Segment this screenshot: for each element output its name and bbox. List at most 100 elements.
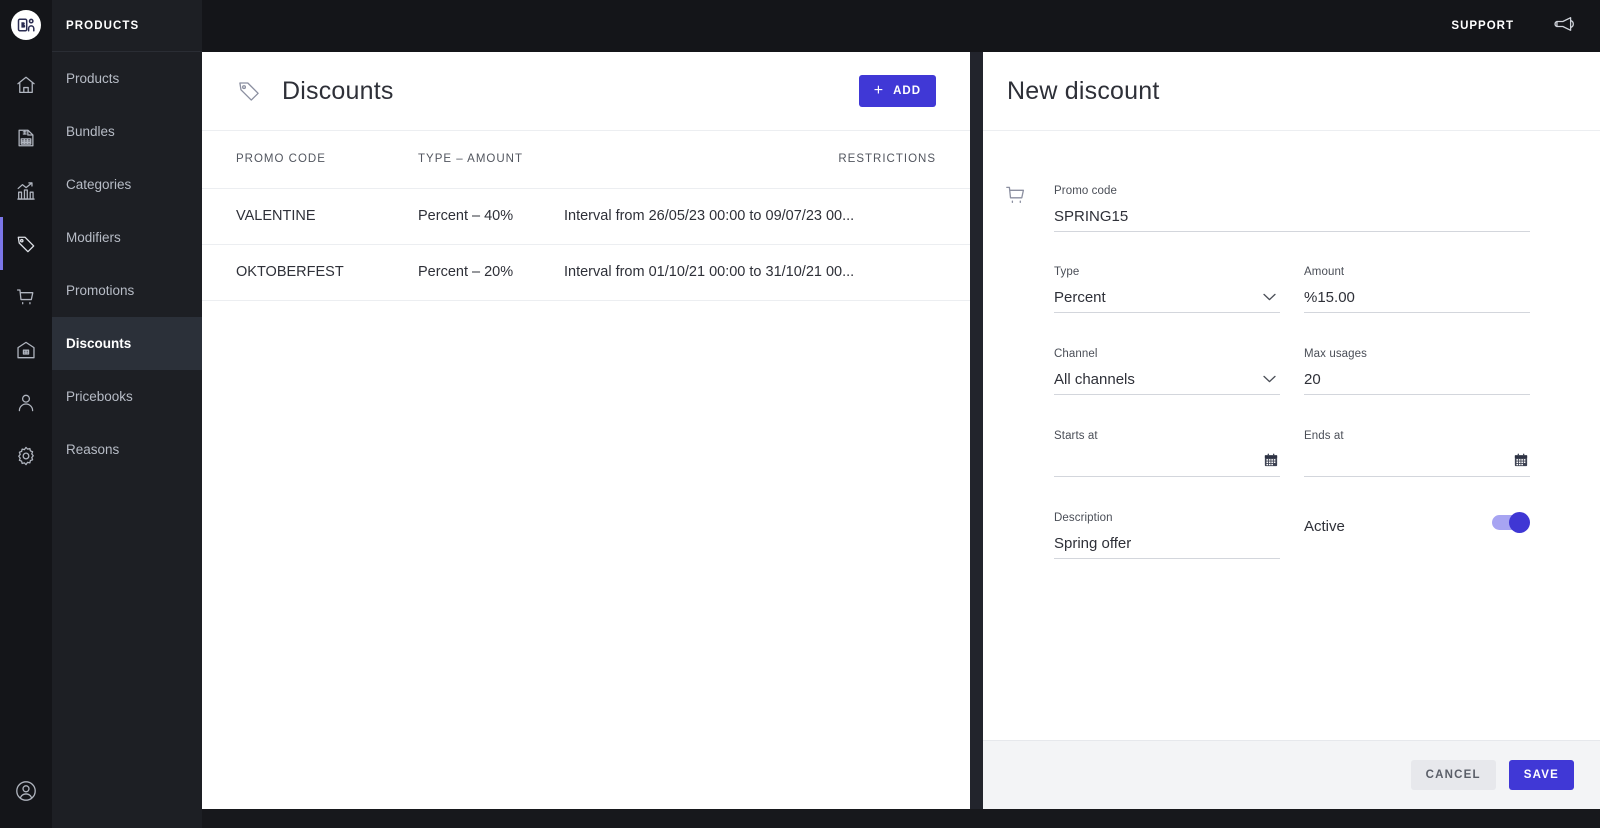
panel-body: Promo code Type Amount xyxy=(970,131,1600,740)
discount-form: Promo code Type Amount xyxy=(1054,185,1554,559)
amount-label: Amount xyxy=(1304,266,1345,278)
ends-at-input[interactable] xyxy=(1304,450,1530,477)
person-icon xyxy=(15,392,37,414)
sidebar-item-pricebooks[interactable]: Pricebooks xyxy=(52,370,202,423)
rail-item-account[interactable] xyxy=(0,758,52,828)
rail-item-customers[interactable] xyxy=(0,376,52,429)
form-row-type-amount: Type Amount xyxy=(1054,266,1554,313)
max-usages-input[interactable] xyxy=(1304,368,1530,395)
promo-code-label: Promo code xyxy=(1054,185,1118,197)
invoice-icon xyxy=(15,127,37,149)
channel-select[interactable] xyxy=(1054,368,1280,395)
warehouse-icon xyxy=(15,339,37,361)
rail-item-settings[interactable] xyxy=(0,429,52,482)
description-field: Description xyxy=(1054,512,1280,559)
channel-field: Channel xyxy=(1054,348,1280,395)
gear-icon xyxy=(15,445,37,467)
rail-item-billing[interactable] xyxy=(0,111,52,164)
plus-icon: + xyxy=(873,82,885,99)
save-button[interactable]: SAVE xyxy=(1508,760,1574,790)
description-input[interactable] xyxy=(1054,532,1280,559)
sidebar-item-bundles[interactable]: Bundles xyxy=(52,105,202,158)
sidebar-item-label: Modifiers xyxy=(66,230,121,245)
ends-at-label: Ends at xyxy=(1304,430,1344,442)
page-title: Discounts xyxy=(282,76,394,105)
channel-label: Channel xyxy=(1054,348,1098,360)
add-button-label: ADD xyxy=(893,85,921,97)
account-avatar-icon xyxy=(14,779,38,808)
ends-at-field: Ends at xyxy=(1304,430,1530,477)
discounts-table: PROMO CODE TYPE – AMOUNT RESTRICTIONS VA… xyxy=(202,131,970,301)
starts-at-input[interactable] xyxy=(1054,450,1280,477)
sidebar-item-products[interactable]: Products xyxy=(52,52,202,105)
cart-icon xyxy=(1004,183,1028,212)
column-header-type-amount[interactable]: TYPE – AMOUNT xyxy=(384,131,564,189)
table-row[interactable]: OKTOBERFEST Percent – 20% Interval from … xyxy=(202,244,970,301)
sidebar-item-label: Discounts xyxy=(66,336,132,351)
sidebar: PRODUCTS Products Bundles Categories Mod… xyxy=(52,0,202,828)
table-row[interactable]: VALENTINE Percent – 40% Interval from 26… xyxy=(202,188,970,245)
max-usages-label: Max usages xyxy=(1304,348,1368,360)
sidebar-item-label: Promotions xyxy=(66,283,135,298)
sidebar-item-discounts[interactable]: Discounts xyxy=(52,317,202,370)
amount-input[interactable] xyxy=(1304,286,1530,313)
cell-restrictions: Interval from 26/05/23 00:00 to 09/07/23… xyxy=(564,188,970,245)
rail-item-orders[interactable] xyxy=(0,270,52,323)
sidebar-item-categories[interactable]: Categories xyxy=(52,158,202,211)
panel-title: New discount xyxy=(1007,76,1160,105)
column-header-promo-code[interactable]: PROMO CODE xyxy=(202,131,384,189)
promo-code-field: Promo code xyxy=(1054,185,1530,232)
type-label: Type xyxy=(1054,266,1080,278)
starts-at-label: Starts at xyxy=(1054,430,1098,442)
type-select[interactable] xyxy=(1054,286,1280,313)
topbar: SUPPORT xyxy=(202,0,1600,52)
rail-item-products[interactable] xyxy=(0,217,52,270)
promo-code-input[interactable] xyxy=(1054,205,1530,232)
cell-restrictions: Interval from 01/10/21 00:00 to 31/10/21… xyxy=(564,244,970,301)
table-header-row: PROMO CODE TYPE – AMOUNT RESTRICTIONS xyxy=(202,131,970,189)
add-discount-button[interactable]: + ADD xyxy=(858,75,936,107)
home-icon xyxy=(15,74,37,96)
sidebar-item-promotions[interactable]: Promotions xyxy=(52,264,202,317)
panel-footer: CANCEL SAVE xyxy=(970,740,1600,809)
support-link[interactable]: SUPPORT xyxy=(1451,20,1514,32)
max-usages-field: Max usages xyxy=(1304,348,1530,395)
active-toggle[interactable] xyxy=(1492,512,1530,533)
calendar-icon[interactable] xyxy=(1514,453,1528,472)
rail-item-inventory[interactable] xyxy=(0,323,52,376)
megaphone-icon[interactable] xyxy=(1554,15,1578,38)
column-header-restrictions[interactable]: RESTRICTIONS xyxy=(564,131,970,189)
active-label: Active xyxy=(1304,518,1345,535)
sidebar-item-label: Reasons xyxy=(66,442,120,457)
sidebar-item-modifiers[interactable]: Modifiers xyxy=(52,211,202,264)
new-discount-panel: New discount Promo code SPRING15 Type Pe… xyxy=(970,52,1600,809)
rail-item-analytics[interactable] xyxy=(0,164,52,217)
sidebar-item-label: Bundles xyxy=(66,124,115,139)
discounts-list-panel: Discounts + ADD PROMO CODE TYPE – AMOUNT… xyxy=(202,52,970,809)
form-row-description-active: Description Active xyxy=(1054,512,1554,559)
form-row-promo-code: Promo code xyxy=(1054,185,1554,232)
rail-item-home[interactable] xyxy=(0,58,52,111)
cell-type-amount: Percent – 20% xyxy=(384,244,564,301)
cancel-button[interactable]: CANCEL xyxy=(1410,760,1496,790)
sidebar-item-label: Pricebooks xyxy=(66,389,133,404)
sidebar-item-reasons[interactable]: Reasons xyxy=(52,423,202,476)
description-label: Description xyxy=(1054,512,1113,524)
tag-icon xyxy=(236,78,262,104)
brand-logo-icon[interactable] xyxy=(11,10,41,40)
sidebar-title: PRODUCTS xyxy=(52,0,202,52)
cell-promo-code: VALENTINE xyxy=(202,188,384,245)
amount-field: Amount xyxy=(1304,266,1530,313)
type-field: Type xyxy=(1054,266,1280,313)
calendar-icon[interactable] xyxy=(1264,453,1278,472)
list-header: Discounts + ADD xyxy=(202,52,970,131)
tag-icon xyxy=(15,233,37,255)
analytics-icon xyxy=(15,180,37,202)
table-head: PROMO CODE TYPE – AMOUNT RESTRICTIONS xyxy=(202,131,970,189)
form-row-dates: Starts at Ends at xyxy=(1054,430,1554,477)
cell-promo-code: OKTOBERFEST xyxy=(202,244,384,301)
